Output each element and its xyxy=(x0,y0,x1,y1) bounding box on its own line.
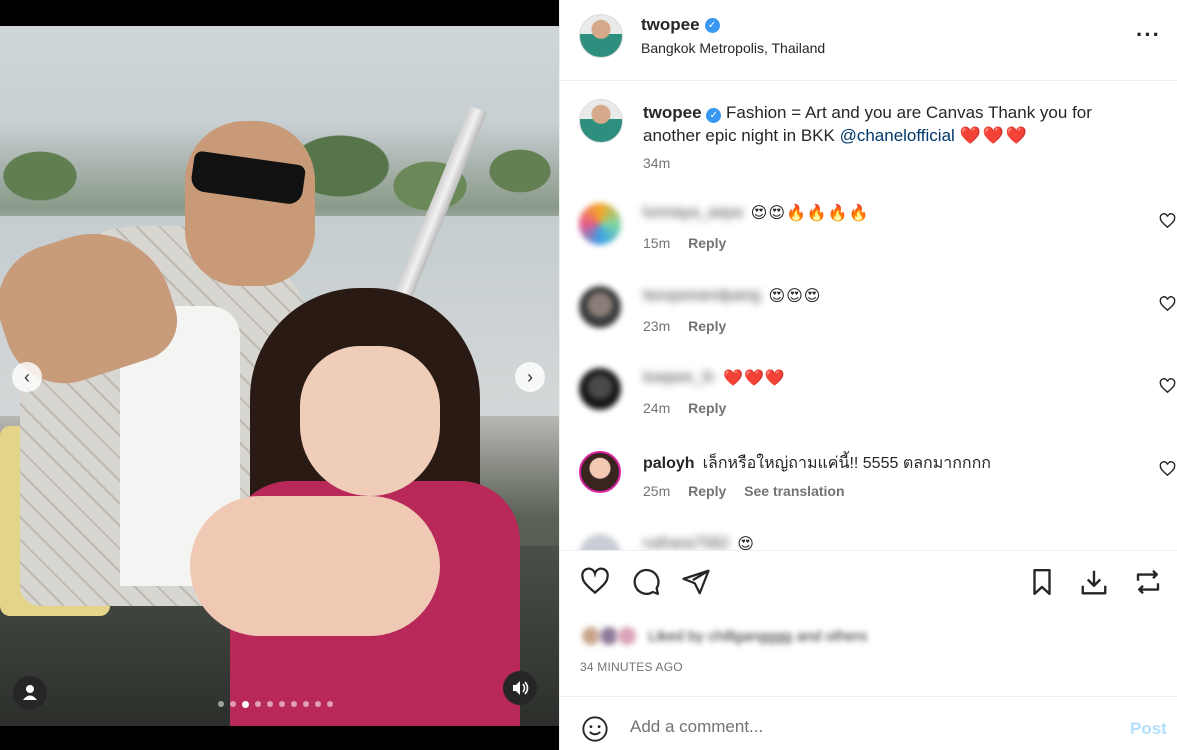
carousel-dot xyxy=(327,701,333,707)
carousel-indicator xyxy=(218,700,333,708)
comment-item: lasspeeandpang 😍😍😍 23m Reply xyxy=(579,282,1177,352)
video-frame[interactable] xyxy=(0,26,559,726)
more-options-icon[interactable]: ··· xyxy=(1136,22,1161,48)
avatar[interactable] xyxy=(579,451,621,493)
caption-text: twopee ✓ Fashion = Art and you are Canva… xyxy=(643,101,1113,147)
avatar[interactable] xyxy=(579,203,621,245)
bookmark-icon[interactable] xyxy=(1027,567,1057,597)
comment-bubble-icon[interactable] xyxy=(631,567,661,597)
carousel-dot xyxy=(255,701,261,707)
comment-timestamp[interactable]: 25m xyxy=(643,483,670,499)
avatar[interactable] xyxy=(579,99,623,143)
carousel-dot xyxy=(218,701,224,707)
location-link[interactable]: Bangkok Metropolis, Thailand xyxy=(641,40,825,56)
comments-list[interactable]: twopee ✓ Fashion = Art and you are Canva… xyxy=(560,81,1177,550)
comment-text: เล็กหรือใหญ่ถามแค่นี้!! 5555 ตลกมากกกก xyxy=(702,455,991,472)
carousel-dot xyxy=(303,701,309,707)
comment-text: 😍 xyxy=(737,536,755,550)
comment-item-partial: ruthara7582 😍 xyxy=(579,530,1177,550)
action-bar: Liked by chillgangggg and others 34 MINU… xyxy=(560,550,1177,696)
comment-item: lunnaya_aaya 😍😍🔥🔥🔥🔥 15m Reply xyxy=(579,199,1177,269)
liked-by-text: Liked by chillgangggg and others xyxy=(648,627,868,645)
repost-icon[interactable] xyxy=(1133,567,1163,597)
download-icon[interactable] xyxy=(1079,567,1109,597)
comment-text: 😍😍😍 xyxy=(768,288,822,305)
reply-button[interactable]: Reply xyxy=(688,483,726,499)
carousel-dot xyxy=(267,701,273,707)
heart-outline-icon[interactable] xyxy=(1159,378,1176,395)
user-icon xyxy=(23,685,37,700)
verified-badge-icon: ✓ xyxy=(704,17,720,33)
post-media[interactable]: ‹ › xyxy=(0,0,559,750)
caption-username[interactable]: twopee xyxy=(643,103,702,122)
man-head xyxy=(185,121,315,286)
carousel-dot xyxy=(230,701,236,707)
carousel-dot xyxy=(291,701,297,707)
post-details-panel: twopee ✓ Bangkok Metropolis, Thailand ··… xyxy=(559,0,1177,750)
avatar xyxy=(616,625,638,647)
post-header: twopee ✓ Bangkok Metropolis, Thailand ··… xyxy=(560,0,1177,81)
comment-username[interactable]: ruthara7582 xyxy=(643,535,729,550)
carousel-dot xyxy=(315,701,321,707)
woman-arms xyxy=(190,496,440,636)
comment-username[interactable]: lasspeeandpang xyxy=(643,287,760,305)
carousel-dot xyxy=(279,701,285,707)
avatar[interactable] xyxy=(579,286,621,328)
avatar[interactable] xyxy=(579,534,621,550)
next-slide-button[interactable]: › xyxy=(515,362,545,392)
heart-outline-icon[interactable] xyxy=(1159,213,1176,230)
username-text[interactable]: twopee xyxy=(641,15,700,35)
comment-username[interactable]: lowpee_fc xyxy=(643,369,715,387)
share-paper-plane-icon[interactable] xyxy=(681,567,711,597)
verified-badge-icon: ✓ xyxy=(706,108,722,123)
chevron-right-icon: › xyxy=(527,367,533,387)
woman-face xyxy=(300,346,440,496)
reply-button[interactable]: Reply xyxy=(688,235,726,251)
tagged-users-button[interactable] xyxy=(13,676,47,710)
post-comment-button[interactable]: Post xyxy=(1130,719,1167,739)
see-translation-button[interactable]: See translation xyxy=(744,483,844,499)
comment-text: 😍😍🔥🔥🔥🔥 xyxy=(750,205,870,222)
carousel-dot xyxy=(242,700,249,708)
caption-emoji: ❤️❤️❤️ xyxy=(959,126,1030,145)
heart-outline-icon[interactable] xyxy=(1159,296,1176,313)
comment-username[interactable]: paloyh xyxy=(643,455,695,473)
reply-button[interactable]: Reply xyxy=(688,318,726,334)
comment-composer: Post xyxy=(560,696,1177,750)
comment-timestamp[interactable]: 15m xyxy=(643,235,670,251)
caption-timestamp[interactable]: 34m xyxy=(643,155,670,171)
comment-item: lowpee_fc ❤️❤️❤️ 24m Reply xyxy=(579,364,1177,434)
audio-toggle-button[interactable] xyxy=(503,671,537,705)
comment-timestamp[interactable]: 24m xyxy=(643,400,670,416)
heart-outline-icon[interactable] xyxy=(580,567,610,597)
comment-timestamp[interactable]: 23m xyxy=(643,318,670,334)
chevron-left-icon: ‹ xyxy=(24,367,30,387)
emoji-smiley-icon[interactable] xyxy=(581,715,609,743)
avatar[interactable] xyxy=(579,368,621,410)
comment-username[interactable]: lunnaya_aaya xyxy=(643,204,743,222)
comment-input[interactable] xyxy=(630,717,1100,737)
comment-text: ❤️❤️❤️ xyxy=(723,370,786,387)
heart-outline-icon[interactable] xyxy=(1159,461,1176,478)
speaker-icon xyxy=(513,681,529,695)
reply-button[interactable]: Reply xyxy=(688,400,726,416)
avatar[interactable] xyxy=(579,14,623,58)
previous-slide-button[interactable]: ‹ xyxy=(12,362,42,392)
liked-by-summary[interactable]: Liked by chillgangggg and others xyxy=(580,625,867,647)
comment-item: paloyh เล็กหรือใหญ่ถามแค่นี้!! 5555 ตลกม… xyxy=(579,447,1177,517)
post-timestamp[interactable]: 34 MINUTES AGO xyxy=(580,660,683,674)
header-username[interactable]: twopee ✓ xyxy=(641,15,720,35)
mention-link[interactable]: @chanelofficial xyxy=(840,126,955,145)
